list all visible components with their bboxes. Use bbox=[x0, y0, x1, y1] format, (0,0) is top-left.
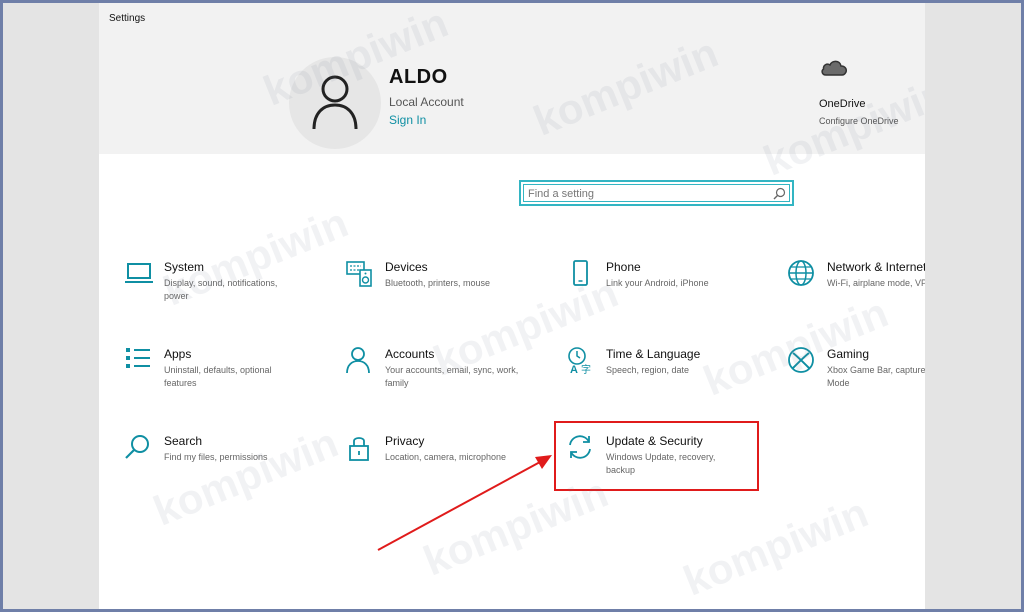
tile-title: Privacy bbox=[385, 434, 425, 448]
onedrive-cloud-icon[interactable] bbox=[820, 58, 848, 78]
account-type: Local Account bbox=[389, 95, 464, 109]
search-box[interactable]: Find a setting bbox=[519, 180, 794, 206]
tile-description: Bluetooth, printers, mouse bbox=[385, 278, 491, 288]
tile-title: Apps bbox=[164, 347, 192, 361]
account-header bbox=[99, 33, 925, 154]
tile-devices[interactable]: Devices Bluetooth, printers, mouse bbox=[345, 259, 545, 329]
tile-system[interactable]: System Display, sound, notifications, po… bbox=[124, 259, 324, 329]
sign-in-link[interactable]: Sign In bbox=[389, 113, 426, 127]
svg-text:A: A bbox=[570, 364, 578, 376]
apps-list-icon bbox=[126, 348, 150, 368]
left-margin bbox=[3, 3, 99, 609]
tile-apps[interactable]: Apps Uninstall, defaults, optional featu… bbox=[124, 346, 324, 416]
tile-network[interactable]: Network & Internet Wi-Fi, airplane mode,… bbox=[787, 259, 925, 329]
person-icon bbox=[346, 347, 370, 374]
search-input[interactable]: Find a setting bbox=[528, 188, 594, 200]
phone-icon bbox=[573, 260, 588, 286]
tile-description: Speech, region, date bbox=[606, 365, 690, 375]
tile-description: Find my files, permissions bbox=[164, 452, 268, 462]
tile-title: Gaming bbox=[827, 347, 870, 361]
onedrive-subtitle[interactable]: Configure OneDrive bbox=[819, 116, 899, 126]
watermark-text: kompiwin bbox=[677, 488, 875, 605]
right-margin bbox=[925, 3, 1021, 609]
settings-window: Settings ALDO Local Account Sign In OneD… bbox=[99, 3, 925, 609]
search-magnifier-icon[interactable] bbox=[773, 187, 786, 200]
svg-text:字: 字 bbox=[581, 363, 591, 376]
highlight-box bbox=[554, 421, 759, 491]
tile-gaming[interactable]: Gaming Xbox Game Bar, captures, Game Mod… bbox=[787, 346, 925, 416]
tile-time-language[interactable]: A 字 Time & Language Speech, region, date bbox=[566, 346, 766, 416]
tile-description: Uninstall, defaults, optional features bbox=[164, 365, 272, 388]
tile-description: Wi-Fi, airplane mode, VPN bbox=[827, 278, 925, 288]
tile-description: Link your Android, iPhone bbox=[606, 278, 709, 288]
tile-description: Your accounts, email, sync, work, family bbox=[385, 365, 519, 388]
user-avatar-icon bbox=[312, 75, 358, 130]
tile-description: Display, sound, notifications, power bbox=[164, 278, 278, 301]
lock-icon bbox=[349, 437, 369, 461]
tile-phone[interactable]: Phone Link your Android, iPhone bbox=[566, 259, 766, 329]
tile-title: Network & Internet bbox=[827, 260, 925, 274]
tile-title: Search bbox=[164, 434, 203, 448]
search-icon bbox=[125, 435, 149, 459]
tile-title: Time & Language bbox=[606, 347, 701, 361]
tile-privacy[interactable]: Privacy Location, camera, microphone bbox=[345, 433, 545, 503]
tile-description: Xbox Game Bar, captures, Game Mode bbox=[827, 365, 925, 388]
tile-title: Accounts bbox=[385, 347, 435, 361]
tile-description: Location, camera, microphone bbox=[385, 452, 507, 462]
title-bar: Settings bbox=[99, 3, 925, 33]
tile-accounts[interactable]: Accounts Your accounts, email, sync, wor… bbox=[345, 346, 545, 416]
time-language-icon: A 字 bbox=[568, 347, 591, 376]
user-name: ALDO bbox=[389, 66, 448, 88]
onedrive-title[interactable]: OneDrive bbox=[819, 98, 865, 110]
window-title: Settings bbox=[109, 13, 146, 24]
tile-title: Devices bbox=[385, 260, 428, 274]
laptop-icon bbox=[125, 263, 153, 283]
globe-icon bbox=[788, 260, 814, 286]
keyboard-speaker-icon bbox=[346, 261, 372, 287]
tile-title: System bbox=[164, 260, 205, 274]
tile-search[interactable]: Search Find my files, permissions bbox=[124, 433, 324, 503]
tile-title: Phone bbox=[606, 260, 641, 274]
xbox-icon bbox=[788, 347, 814, 373]
